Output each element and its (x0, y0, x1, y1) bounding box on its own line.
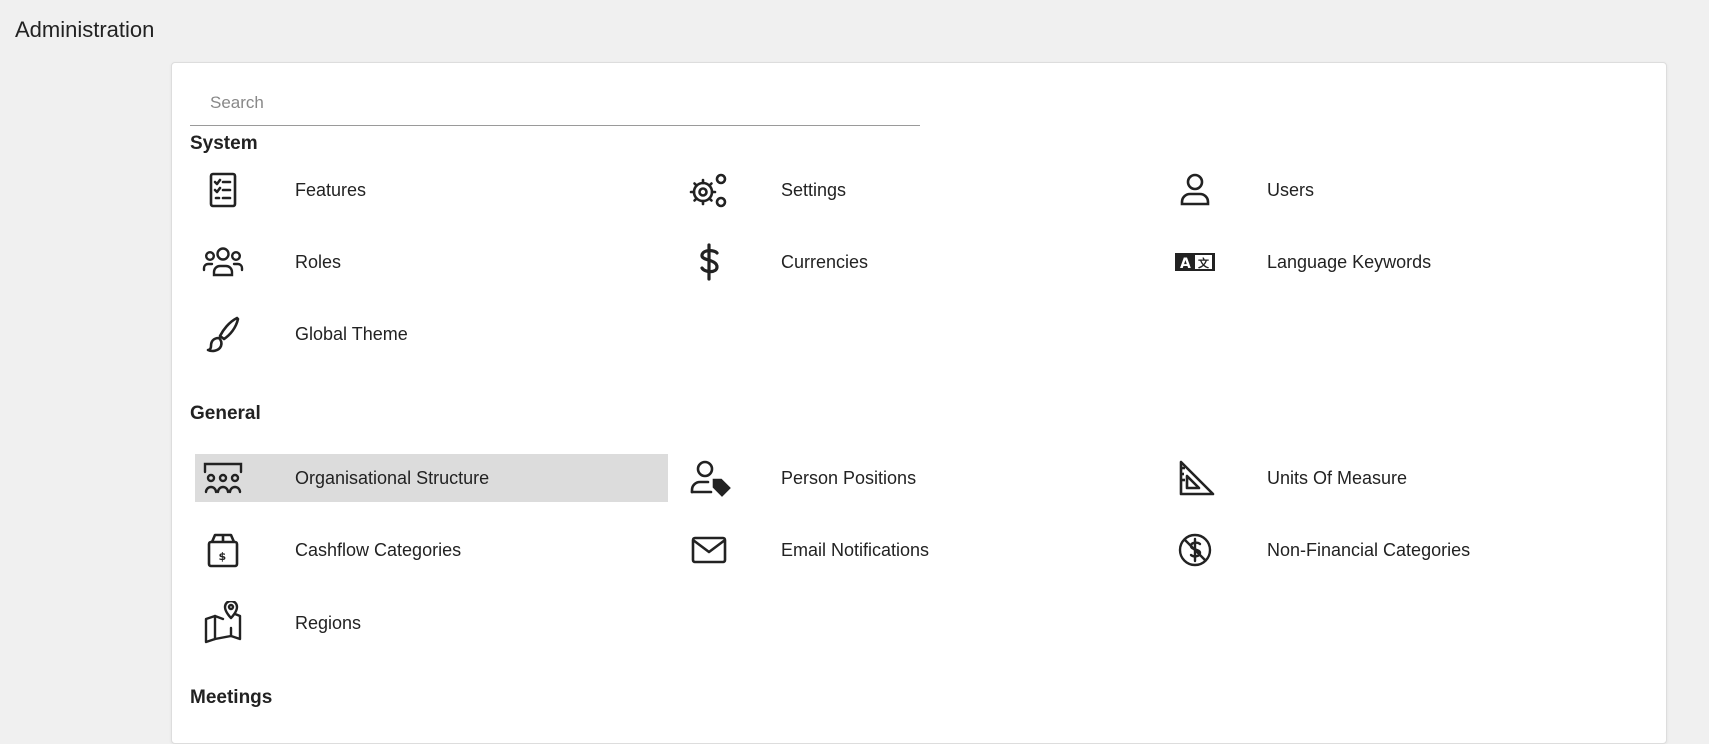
checklist-icon (199, 166, 247, 214)
group-icon (199, 238, 247, 286)
admin-item-label: Language Keywords (1267, 251, 1432, 272)
user-tag-icon (685, 454, 733, 502)
svg-text:文: 文 (1198, 256, 1210, 270)
admin-item-currencies[interactable]: Currencies (681, 238, 1154, 286)
search-field[interactable] (190, 81, 920, 126)
translate-icon: A 文 (1171, 238, 1219, 286)
svg-text:$: $ (219, 550, 227, 563)
money-box-icon: $ (199, 526, 247, 574)
svg-text:A: A (1180, 256, 1191, 272)
admin-item-users[interactable]: Users (1167, 166, 1640, 214)
admin-item-cashflow-categories[interactable]: $ Cashflow Categories (195, 526, 668, 574)
admin-item-label: Organisational Structure (295, 467, 490, 488)
admin-item-label: Global Theme (295, 323, 408, 344)
admin-item-regions[interactable]: Regions (195, 599, 668, 647)
admin-item-non-financial-categories[interactable]: Non-Financial Categories (1167, 526, 1640, 574)
org-structure-icon (199, 454, 247, 502)
section-heading-general: General (190, 403, 261, 424)
admin-item-label: Roles (295, 251, 342, 272)
admin-item-label: Cashflow Categories (295, 539, 462, 560)
paintbrush-icon (199, 310, 247, 358)
admin-item-label: Users (1267, 179, 1315, 200)
admin-item-label: Features (295, 179, 367, 200)
gears-icon (685, 166, 733, 214)
dollar-icon (685, 238, 733, 286)
admin-item-settings[interactable]: Settings (681, 166, 1154, 214)
admin-item-label: Person Positions (781, 467, 917, 488)
page-title: Administration (15, 17, 155, 42)
no-dollar-icon (1171, 526, 1219, 574)
admin-item-label: Regions (295, 612, 362, 633)
admin-item-label: Non-Financial Categories (1267, 539, 1471, 560)
admin-item-label: Settings (781, 179, 847, 200)
admin-item-global-theme[interactable]: Global Theme (195, 310, 668, 358)
admin-item-label: Currencies (781, 251, 869, 272)
admin-item-units-of-measure[interactable]: Units Of Measure (1167, 454, 1640, 502)
admin-item-language-keywords[interactable]: A 文 Language Keywords (1167, 238, 1640, 286)
section-heading-system: System (190, 133, 258, 154)
admin-item-label: Email Notifications (781, 539, 930, 560)
admin-item-features[interactable]: Features (195, 166, 668, 214)
ruler-triangle-icon (1171, 454, 1219, 502)
admin-item-person-positions[interactable]: Person Positions (681, 454, 1154, 502)
envelope-icon (685, 526, 733, 574)
admin-item-organisational-structure[interactable]: Organisational Structure (195, 454, 668, 502)
map-pin-icon (199, 599, 247, 647)
section-heading-meetings: Meetings (190, 687, 273, 708)
user-icon (1171, 166, 1219, 214)
admin-item-email-notifications[interactable]: Email Notifications (681, 526, 1154, 574)
search-input[interactable] (190, 81, 920, 125)
admin-item-roles[interactable]: Roles (195, 238, 668, 286)
admin-card: System Features (171, 62, 1667, 744)
admin-item-label: Units Of Measure (1267, 467, 1408, 488)
